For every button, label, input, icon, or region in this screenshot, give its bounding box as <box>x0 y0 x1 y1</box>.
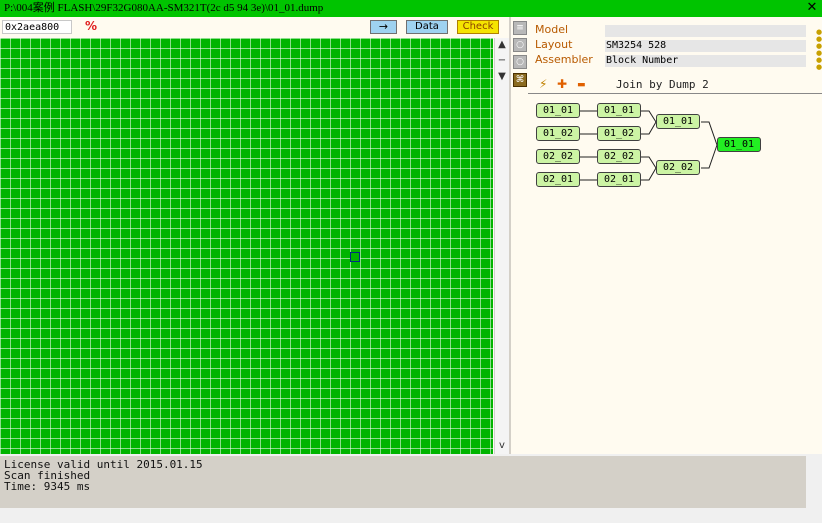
scroll-bottom-icon[interactable]: v <box>495 439 509 453</box>
tree-node[interactable]: 01_02 <box>597 126 641 141</box>
data-button[interactable]: Data <box>406 20 448 34</box>
tree-node[interactable]: 02_02 <box>536 149 580 164</box>
tree-node[interactable]: 01_01 <box>536 103 580 118</box>
close-icon[interactable]: ✕ <box>805 0 819 17</box>
grid-vertical-scrollbar[interactable]: ▲ − ▼ v <box>494 38 509 454</box>
scroll-up-icon[interactable]: ▲ <box>495 38 509 52</box>
assembler-pane: ≡ ○ ○ ⌘ Model Layout SM3254 528 Assemble… <box>511 17 822 454</box>
percent-icon[interactable]: % <box>85 19 97 33</box>
tree-node[interactable]: 01_01 <box>656 114 700 129</box>
tree-node[interactable]: 01_01 <box>597 103 641 118</box>
check-button[interactable]: Check <box>457 20 499 34</box>
dump-toolbar: 0x2aea800 % → Data Check <box>0 17 509 38</box>
tree-root-node[interactable]: 01_01 <box>717 137 761 152</box>
tree-node[interactable]: 01_02 <box>536 126 580 141</box>
tree-node[interactable]: 02_01 <box>536 172 580 187</box>
log-horizontal-scrollbar[interactable] <box>0 508 806 523</box>
tree-node[interactable]: 02_01 <box>597 172 641 187</box>
tree-node[interactable]: 02_02 <box>597 149 641 164</box>
log-vertical-scrollbar[interactable] <box>806 456 822 523</box>
dump-view-pane: 0x2aea800 % → Data Check ▲ − ▼ v <box>0 17 509 454</box>
window-title-bar: P:\004案例 FLASH\29F32G080AA-SM321T(2c d5 … <box>0 0 822 17</box>
selected-block-cell[interactable] <box>350 252 360 262</box>
log-panel: License valid until 2015.01.15 Scan fini… <box>0 454 822 523</box>
window-title: P:\004案例 FLASH\29F32G080AA-SM321T(2c d5 … <box>4 2 324 14</box>
zoom-out-icon[interactable]: − <box>495 54 509 68</box>
go-button[interactable]: → <box>370 20 397 34</box>
log-line: Time: 9345 ms <box>4 480 91 493</box>
log-text: License valid until 2015.01.15 Scan fini… <box>4 459 203 492</box>
scroll-down-icon[interactable]: ▼ <box>495 70 509 84</box>
block-map-grid[interactable] <box>0 38 493 454</box>
tree-node[interactable]: 02_02 <box>656 160 700 175</box>
address-field[interactable]: 0x2aea800 <box>2 20 72 34</box>
